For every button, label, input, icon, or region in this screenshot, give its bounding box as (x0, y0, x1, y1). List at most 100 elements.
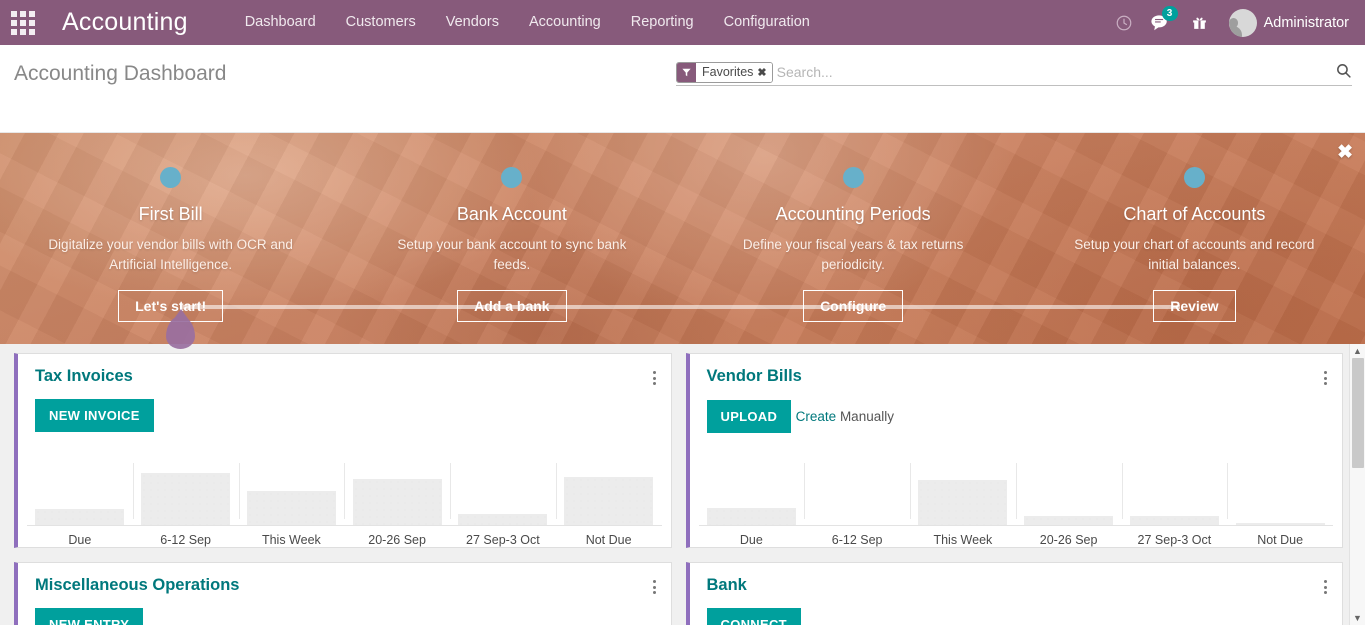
chart-x-label: 27 Sep-3 Oct (466, 533, 540, 547)
lets-start-button[interactable]: Let's start! (118, 289, 224, 322)
scrollbar-track[interactable] (1350, 358, 1365, 611)
activities-button[interactable] (1107, 0, 1141, 45)
step-title: Chart of Accounts (1123, 204, 1266, 224)
systray: 3 Administrator (1107, 0, 1355, 45)
step-description: Setup your bank account to sync bank fee… (397, 237, 627, 273)
configure-button[interactable]: Configure (803, 289, 904, 322)
menu-item-customers[interactable]: Customers (331, 0, 431, 45)
step-dot-icon[interactable] (160, 167, 182, 188)
menu-item-dashboard[interactable]: Dashboard (230, 0, 331, 45)
new-entry-button[interactable]: NEW ENTRY (35, 608, 144, 625)
journal-cards-grid: Tax Invoices NEW INVOICE Due 6-12 Sep Th… (14, 353, 1343, 625)
filter-icon (677, 62, 696, 82)
apps-launcher-button[interactable] (0, 0, 46, 45)
chart-bar (35, 509, 125, 525)
new-invoice-button[interactable]: NEW INVOICE (35, 399, 154, 432)
review-button[interactable]: Review (1153, 289, 1236, 322)
chart-bar (1129, 516, 1219, 525)
menu-item-reporting[interactable]: Reporting (616, 0, 709, 45)
menu-item-accounting[interactable]: Accounting (514, 0, 616, 45)
close-icon[interactable]: ✖ (757, 66, 766, 79)
search-facet-label-wrap: Favorites ✖ (696, 62, 772, 82)
journal-card-bank[interactable]: Bank CONNECT (685, 562, 1343, 625)
scrollbar-thumb[interactable] (1352, 358, 1364, 468)
top-navbar: Accounting Dashboard Customers Vendors A… (0, 0, 1365, 45)
onboarding-banner: ✖ First Bill Digitalize your vendor bill… (0, 133, 1365, 344)
card-header: Bank (690, 563, 1343, 598)
onboarding-step-first-bill: First Bill Digitalize your vendor bills … (0, 133, 341, 344)
upload-button[interactable]: UPLOAD (706, 400, 792, 433)
create-manually-link[interactable]: Create Manually (796, 409, 894, 424)
chart-column: 20-26 Sep (1015, 455, 1122, 547)
search-icon[interactable] (1335, 62, 1352, 84)
chart-column: This Week (910, 455, 1016, 547)
card-actions: CONNECT (690, 598, 1343, 625)
onboarding-step-accounting-periods: Accounting Periods Define your fiscal ye… (683, 133, 1024, 344)
chevron-down-icon[interactable]: ▼ (1353, 611, 1362, 625)
chart-bar (458, 514, 548, 525)
step-dot-icon[interactable] (842, 167, 864, 188)
page-title: Accounting Dashboard (14, 62, 227, 85)
chart-column: Due (27, 455, 133, 547)
onboarding-steps: First Bill Digitalize your vendor bills … (0, 133, 1365, 344)
chart-bar (918, 480, 1008, 525)
chart-x-label: 6-12 Sep (160, 533, 211, 547)
chart-x-label: Not Due (1257, 533, 1304, 547)
gift-button[interactable] (1183, 0, 1217, 45)
card-actions: NEW ENTRY (18, 598, 671, 625)
vertical-scrollbar[interactable]: ▲ ▼ (1349, 344, 1365, 625)
onboarding-step-bank-account: Bank Account Setup your bank account to … (341, 133, 682, 344)
tax-invoices-bar-chart[interactable]: Due 6-12 Sep This Week 20-26 Sep 27 Sep-… (18, 455, 671, 547)
chart-bar (352, 479, 442, 525)
card-title[interactable]: Tax Invoices (35, 367, 133, 386)
vendor-bills-bar-chart[interactable]: Due 6-12 Sep This Week 20-26 Sep 27 Sep-… (690, 455, 1343, 547)
tour-pointer-icon[interactable] (166, 316, 195, 349)
add-a-bank-button[interactable]: Add a bank (457, 289, 567, 322)
menu-item-vendors[interactable]: Vendors (431, 0, 514, 45)
user-menu-button[interactable]: Administrator (1221, 0, 1355, 45)
journal-card-vendor-bills[interactable]: Vendor Bills UPLOAD Create Manually Due … (685, 353, 1343, 548)
step-title: First Bill (138, 204, 203, 224)
chart-column: 20-26 Sep (344, 455, 450, 547)
journal-card-tax-invoices[interactable]: Tax Invoices NEW INVOICE Due 6-12 Sep Th… (14, 353, 672, 548)
journal-card-miscellaneous-operations[interactable]: Miscellaneous Operations NEW ENTRY (14, 562, 672, 625)
chart-x-label: 20-26 Sep (368, 533, 426, 547)
chart-bar (1235, 523, 1325, 525)
card-title[interactable]: Vendor Bills (707, 367, 802, 386)
chevron-up-icon[interactable]: ▲ (1353, 344, 1362, 358)
step-dot-icon[interactable] (1183, 167, 1205, 188)
search-input[interactable] (774, 64, 1352, 80)
chart-column: 27 Sep-3 Oct (450, 455, 556, 547)
messaging-counter-badge: 3 (1161, 6, 1178, 21)
kebab-menu-icon[interactable] (650, 576, 659, 598)
chart-x-label: Due (739, 533, 763, 547)
create-manually-link-prefix: Create (795, 409, 837, 424)
kebab-menu-icon[interactable] (650, 367, 659, 389)
chart-x-label: This Week (261, 533, 321, 547)
chart-x-label: 6-12 Sep (831, 533, 883, 547)
connect-button[interactable]: CONNECT (706, 608, 801, 625)
kebab-menu-icon[interactable] (1321, 367, 1330, 389)
onboarding-step-chart-of-accounts: Chart of Accounts Setup your chart of ac… (1024, 133, 1365, 344)
app-brand-title[interactable]: Accounting (62, 8, 188, 37)
control-panel: Accounting Dashboard Favorites ✖ Search.… (0, 45, 1365, 155)
step-description: Define your fiscal years & tax returns p… (742, 237, 964, 273)
menu-item-configuration[interactable]: Configuration (709, 0, 825, 45)
messaging-button[interactable]: 3 (1145, 0, 1179, 45)
step-dot-icon[interactable] (501, 167, 523, 188)
card-header: Vendor Bills (690, 354, 1343, 389)
kebab-menu-icon[interactable] (1321, 576, 1330, 598)
chart-bar (706, 508, 796, 525)
close-icon[interactable]: ✖ (1337, 143, 1353, 162)
chart-x-label: 27 Sep-3 Oct (1137, 533, 1212, 547)
chart-column: 27 Sep-3 Oct (1121, 455, 1228, 547)
chart-x-label: Due (68, 533, 92, 547)
chart-column: This Week (238, 455, 345, 547)
gift-icon (1193, 17, 1206, 29)
dashboard-area: Tax Invoices NEW INVOICE Due 6-12 Sep Th… (0, 344, 1365, 625)
card-title[interactable]: Miscellaneous Operations (35, 576, 239, 595)
search-facet-favorites[interactable]: Favorites ✖ (676, 61, 773, 83)
card-title[interactable]: Bank (707, 576, 747, 595)
chart-column: Not Due (555, 455, 662, 547)
create-manually-link-suffix: Manually (836, 409, 894, 424)
